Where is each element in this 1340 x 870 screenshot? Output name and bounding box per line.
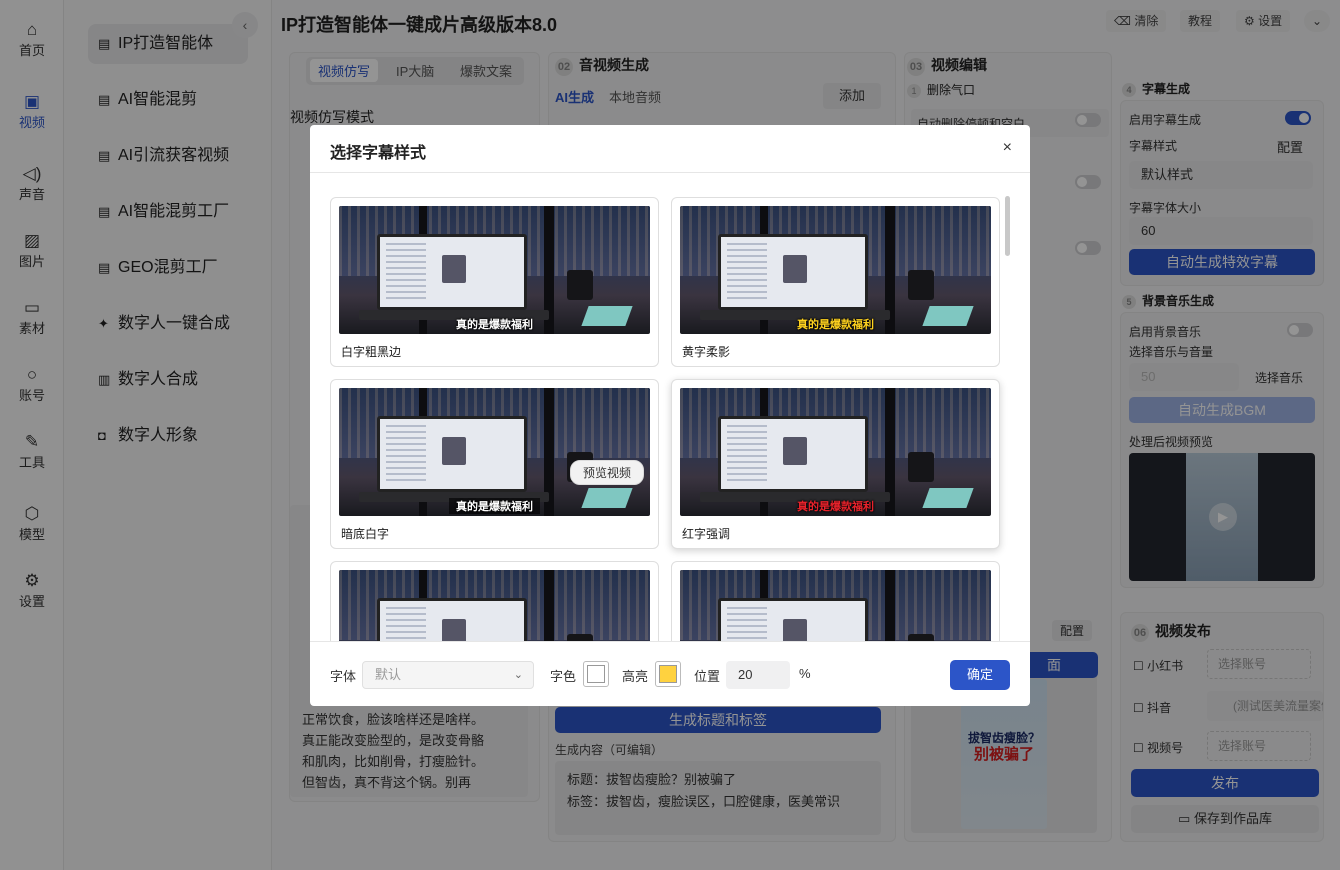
highlight-color-fill [659,665,677,683]
grid-scrollbar[interactable] [1005,196,1010,256]
style-card-selected[interactable]: 真的是爆款福利 红字强调 [671,379,1000,549]
subtitle-sample: 真的是爆款福利 [449,498,540,514]
subtitle-sample: 真的是爆款福利 [797,319,874,331]
dialog-footer: 字体 默认 ⌄ 字色 高亮 位置 20 % 确定 [310,641,1030,706]
style-thumbnail: 真的是爆款福利 [680,388,991,516]
highlight-color-swatch[interactable] [655,661,681,687]
font-label: 字体 [330,669,357,684]
close-icon[interactable]: × [1003,139,1012,157]
subtitle-sample: 真的是爆款福利 [797,501,874,513]
confirm-button[interactable]: 确定 [950,660,1010,690]
style-label: 暗底白字 [341,527,390,541]
style-thumbnail [339,570,650,641]
style-card[interactable] [330,561,659,641]
style-card[interactable]: 真的是爆款福利 黄字柔影 [671,197,1000,367]
style-thumbnail: 真的是爆款福利 [680,206,991,334]
preview-video-button[interactable]: 预览视频 [570,460,645,485]
style-grid: 真的是爆款福利 白字粗黑边 真的是爆款福利 黄字柔影 真的是爆款福利 暗底白字 … [310,174,1030,641]
style-label: 黄字柔影 [682,345,731,359]
position-unit: % [799,666,811,681]
position-input[interactable]: 20 [726,661,790,689]
subtitle-style-dialog: 选择字幕样式 × 真的是爆款福利 白字粗黑边 真的是爆款福利 黄字柔影 真的是爆… [310,125,1030,706]
text-color-label: 字色 [550,669,577,684]
style-thumbnail: 真的是爆款福利 [339,388,650,516]
chevron-down-icon: ⌄ [513,669,523,681]
style-label: 红字强调 [682,527,731,541]
style-card[interactable] [671,561,1000,641]
text-color-fill [587,665,605,683]
font-select[interactable]: 默认 ⌄ [362,661,534,689]
dialog-title: 选择字幕样式 [330,145,427,162]
style-thumbnail: 真的是爆款福利 [339,206,650,334]
position-label: 位置 [694,669,721,684]
subtitle-sample: 真的是爆款福利 [456,319,533,331]
highlight-label: 高亮 [622,669,649,684]
text-color-swatch[interactable] [583,661,609,687]
style-label: 白字粗黑边 [341,345,402,359]
dialog-header: 选择字幕样式 × [310,125,1030,173]
style-thumbnail [680,570,991,641]
style-card[interactable]: 真的是爆款福利 白字粗黑边 [330,197,659,367]
